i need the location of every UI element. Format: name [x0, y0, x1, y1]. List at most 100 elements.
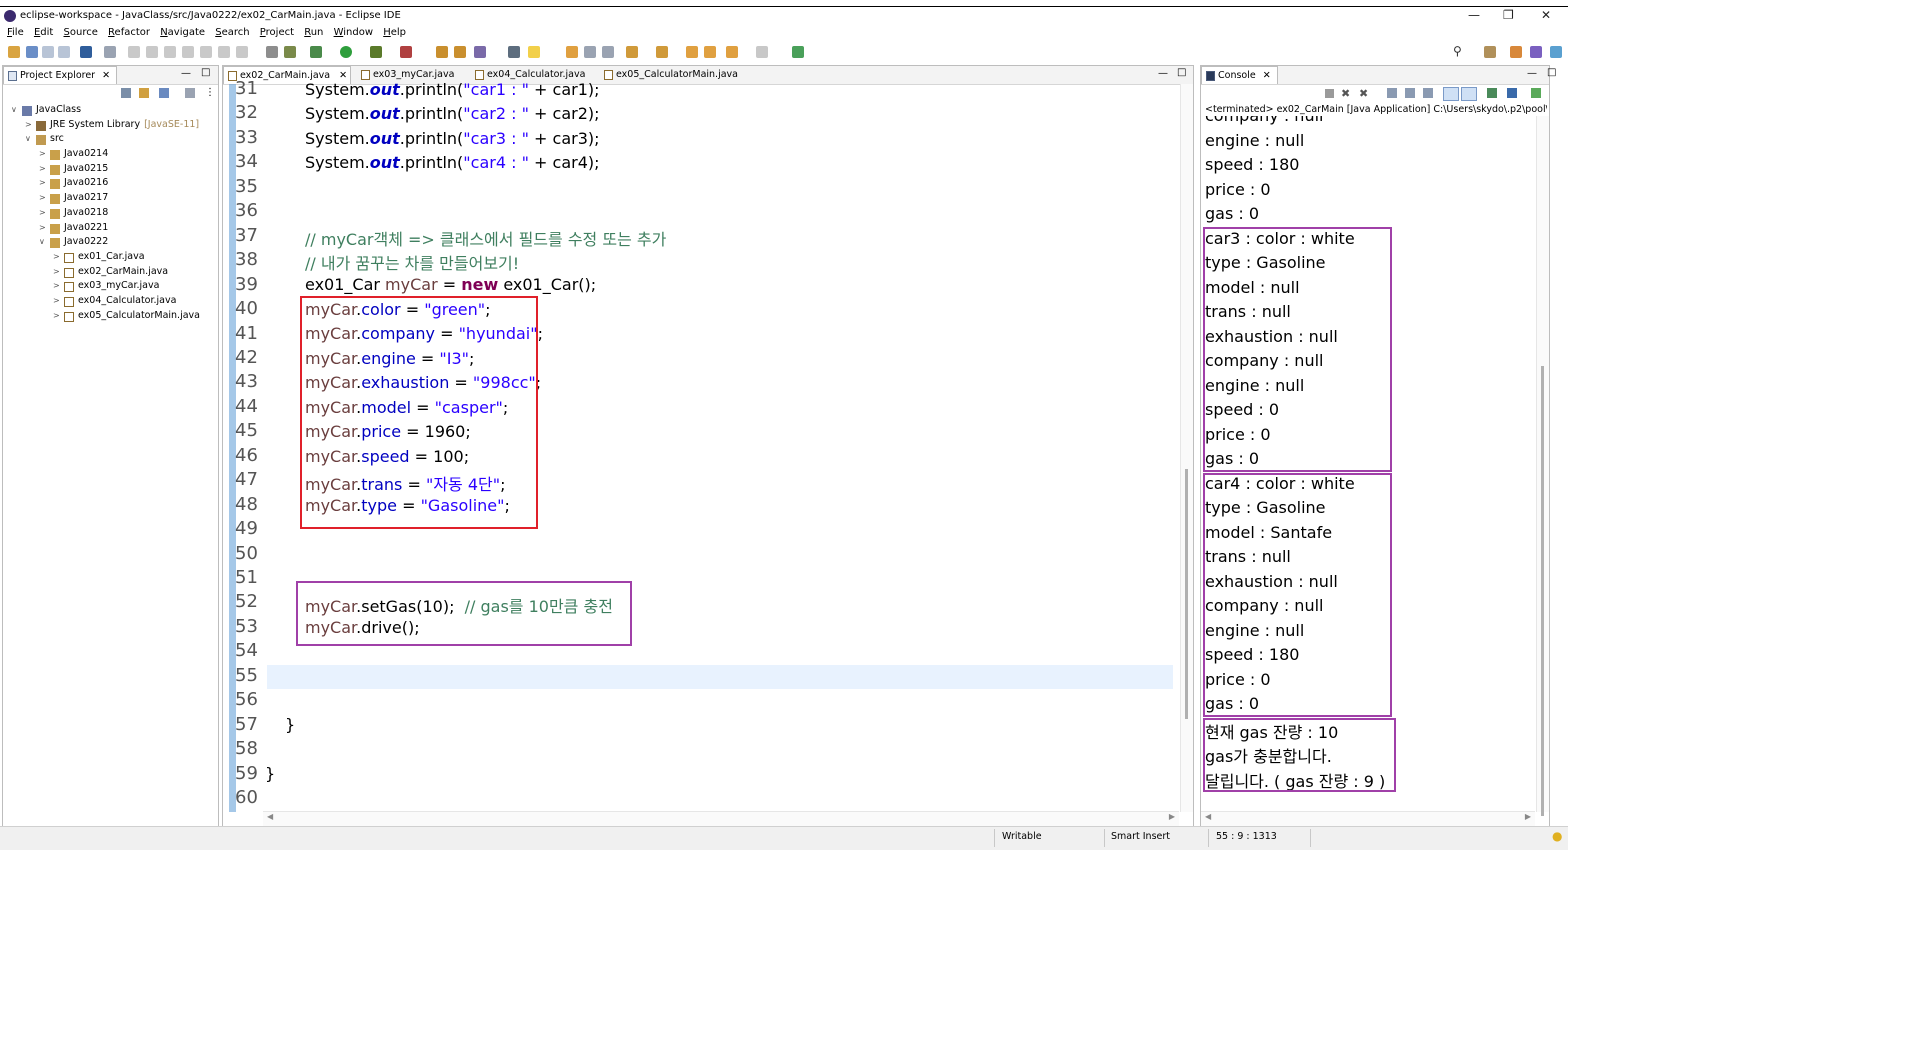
tree-item[interactable]: > ex04_Calculator.java: [3, 295, 218, 310]
annotation-icon[interactable]: [566, 46, 578, 58]
new-icon[interactable]: [8, 46, 20, 58]
save-icon[interactable]: [26, 46, 38, 58]
code-line-33[interactable]: System.out.println("car3 : " + car3);: [305, 129, 600, 148]
maximize-view-icon[interactable]: □: [1177, 67, 1186, 78]
disconnect-icon[interactable]: [182, 46, 194, 58]
focus-icon[interactable]: [185, 88, 195, 98]
tree-item[interactable]: > Java0215: [3, 163, 218, 178]
menu-navigate[interactable]: Navigate: [160, 26, 205, 38]
code-line-39[interactable]: ex01_Car myCar = new ex01_Car();: [305, 275, 596, 294]
tree-item[interactable]: > ex05_CalculatorMain.java: [3, 310, 218, 325]
remove-launch-icon[interactable]: ✖: [1341, 87, 1350, 100]
code-line-59[interactable]: }: [265, 764, 275, 783]
minimize-icon[interactable]: —: [1468, 8, 1480, 22]
tree-item[interactable]: > Java0214: [3, 148, 218, 163]
chevron-right-icon[interactable]: >: [39, 164, 46, 173]
resume-icon[interactable]: [128, 46, 140, 58]
forward-icon[interactable]: [756, 46, 768, 58]
tree-item[interactable]: > Java0216: [3, 177, 218, 192]
minimize-view-icon[interactable]: —: [1158, 68, 1168, 79]
scroll-left-icon[interactable]: ◀: [267, 812, 273, 821]
chevron-right-icon[interactable]: >: [53, 281, 60, 290]
console-horizontal-scrollbar[interactable]: ◀ ▶: [1201, 811, 1535, 826]
collapse-all-icon[interactable]: [121, 88, 131, 98]
chevron-right-icon[interactable]: >: [39, 149, 46, 158]
menu-source[interactable]: Source: [64, 26, 98, 38]
minimize-view-icon[interactable]: —: [1527, 68, 1537, 79]
pin-editor-icon[interactable]: [792, 46, 804, 58]
clear-console-icon[interactable]: [1387, 88, 1397, 98]
back-history-icon[interactable]: [726, 46, 738, 58]
chevron-right-icon[interactable]: >: [53, 296, 60, 305]
external-tools-icon[interactable]: [400, 46, 412, 58]
scroll-lock-icon[interactable]: [1405, 88, 1415, 98]
highlight-icon[interactable]: [528, 46, 540, 58]
maximize-view-icon[interactable]: □: [1547, 67, 1556, 78]
tree-item[interactable]: > Java0218: [3, 207, 218, 222]
console-vertical-scrollbar[interactable]: [1536, 116, 1549, 816]
menu-run[interactable]: Run: [304, 26, 323, 38]
tab-ex05-calculatormain[interactable]: ex05_CalculatorMain.java: [600, 66, 750, 84]
suspend-icon[interactable]: [146, 46, 158, 58]
chevron-down-icon[interactable]: ∨: [11, 105, 17, 114]
tree-item[interactable]: ∨ JavaClass: [3, 104, 218, 119]
scroll-left-icon[interactable]: ◀: [1205, 812, 1211, 821]
drop-to-frame-icon[interactable]: [266, 46, 278, 58]
stop-icon[interactable]: [164, 46, 176, 58]
code-line-34[interactable]: System.out.println("car4 : " + car4);: [305, 153, 600, 172]
terminate-icon[interactable]: [1325, 89, 1334, 98]
show-whitespace-icon[interactable]: [602, 46, 614, 58]
chevron-right-icon[interactable]: >: [53, 267, 60, 276]
code-line-38[interactable]: // 내가 꿈꾸는 차를 만들어보기!: [305, 250, 519, 274]
last-edit-icon[interactable]: [686, 46, 698, 58]
save-as-icon[interactable]: [58, 46, 70, 58]
chevron-right-icon[interactable]: >: [39, 223, 46, 232]
terminal-icon[interactable]: [80, 46, 92, 58]
maximize-view-icon[interactable]: □: [201, 67, 210, 78]
close-icon[interactable]: ✕: [102, 70, 110, 81]
tip-icon[interactable]: ●: [1552, 829, 1562, 843]
skip-breakpoints-icon[interactable]: [104, 46, 116, 58]
tree-item[interactable]: > ex03_myCar.java: [3, 280, 218, 295]
show-stdout-icon[interactable]: [1443, 87, 1459, 101]
debug-perspective-icon[interactable]: [1550, 46, 1562, 58]
show-stderr-icon[interactable]: [1461, 87, 1477, 101]
menu-search[interactable]: Search: [215, 26, 249, 38]
chevron-right-icon[interactable]: >: [39, 193, 46, 202]
chevron-right-icon[interactable]: >: [53, 252, 60, 261]
quick-search-icon[interactable]: ⚲: [1453, 44, 1465, 58]
close-icon[interactable]: ✕: [1541, 8, 1551, 22]
open-type-icon[interactable]: [454, 46, 466, 58]
use-step-filters-icon[interactable]: [284, 46, 296, 58]
step-over-icon[interactable]: [218, 46, 230, 58]
maximize-icon[interactable]: ❐: [1503, 8, 1514, 22]
menu-window[interactable]: Window: [334, 26, 373, 38]
menu-project[interactable]: Project: [260, 26, 294, 38]
open-console-icon[interactable]: [1531, 88, 1541, 98]
menu-help[interactable]: Help: [383, 26, 406, 38]
scroll-right-icon[interactable]: ▶: [1169, 812, 1175, 821]
code-line-31[interactable]: System.out.println("car1 : " + car1);: [305, 80, 600, 99]
previous-annotation-icon[interactable]: [656, 46, 668, 58]
filter-icon[interactable]: [159, 88, 169, 98]
tree-item[interactable]: ∨ src: [3, 133, 218, 148]
tab-project-explorer[interactable]: Project Explorer ✕: [3, 66, 118, 84]
chevron-right-icon[interactable]: >: [39, 178, 46, 187]
tree-item[interactable]: > ex02_CarMain.java: [3, 266, 218, 281]
open-perspective-icon[interactable]: [1484, 46, 1496, 58]
tree-item[interactable]: > ex01_Car.java: [3, 251, 218, 266]
tree-item[interactable]: > Java0221: [3, 222, 218, 237]
display-console-icon[interactable]: [1507, 88, 1517, 98]
code-line-32[interactable]: System.out.println("car2 : " + car2);: [305, 104, 600, 123]
tab-console[interactable]: Console ✕: [1201, 66, 1278, 84]
coverage-icon[interactable]: [370, 46, 382, 58]
next-annotation-icon[interactable]: [626, 46, 638, 58]
back-icon[interactable]: [704, 46, 716, 58]
code-line-37[interactable]: // myCar객체 => 클래스에서 필드를 수정 또는 추가: [305, 226, 666, 250]
java-perspective-icon[interactable]: [1530, 46, 1542, 58]
block-selection-icon[interactable]: [584, 46, 596, 58]
editor-horizontal-scrollbar[interactable]: ◀ ▶: [263, 811, 1179, 826]
tree-item[interactable]: > Java0217: [3, 192, 218, 207]
view-menu-icon[interactable]: ⋮: [205, 87, 215, 98]
remove-all-icon[interactable]: ✖: [1359, 87, 1368, 100]
